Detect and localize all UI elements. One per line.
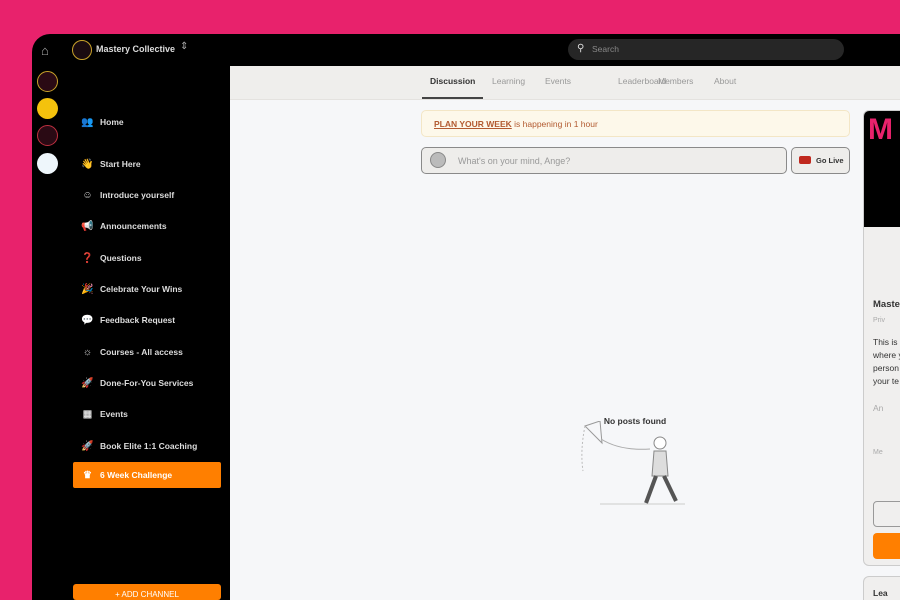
main-content: Discussion Learning Events Leaderboard Membe… — [230, 66, 900, 600]
sidebar-item[interactable]: 🚀 Book Elite 1:1 Coaching — [79, 437, 197, 455]
community-title: Maste — [873, 299, 900, 310]
channel-icon: ♛ — [83, 469, 92, 481]
description-line: person — [873, 363, 899, 373]
event-link[interactable]: PLAN YOUR WEEK — [434, 119, 512, 129]
link-text[interactable]: An — [873, 403, 883, 413]
sidebar-item[interactable]: ☺ Introduce yourself — [79, 186, 174, 204]
community-avatar[interactable] — [37, 71, 58, 92]
sidebar-item-label: Done-For-You Services — [100, 378, 194, 388]
search-icon: ⚲ — [577, 43, 585, 54]
sidebar-item-label: Introduce yourself — [100, 190, 175, 200]
search-input[interactable]: ⚲ Search — [568, 39, 844, 60]
leaderboard-card: Lea — [863, 576, 900, 600]
community-avatar[interactable] — [37, 153, 58, 174]
channel-icon: 🚀 — [81, 377, 94, 389]
community-info-card: M Maste Priv This is where y person your… — [863, 110, 900, 566]
sidebar-item[interactable]: 👥 Home — [79, 113, 124, 131]
sidebar-item-label: Courses - All access — [100, 347, 183, 357]
post-composer[interactable]: What's on your mind, Ange? — [421, 147, 787, 174]
add-channel-button[interactable]: + ADD CHANNEL — [73, 584, 221, 600]
channel-icon: 💬 — [81, 314, 94, 326]
sidebar-item-label: 6 Week Challenge — [100, 470, 173, 480]
event-banner[interactable]: PLAN YOUR WEEK is happening in 1 hour — [421, 110, 850, 137]
community-banner: M — [864, 111, 900, 227]
go-live-button[interactable]: Go Live — [791, 147, 850, 174]
description-line: This is — [873, 337, 898, 347]
tab-learning[interactable]: Learning — [492, 76, 525, 86]
top-bar: ⌂ Mastery Collective ⇕ ⚲ Search — [32, 34, 900, 66]
sidebar-item[interactable]: ♛ 6 Week Challenge — [73, 462, 221, 488]
sidebar-item-label: Questions — [100, 253, 142, 263]
channel-icon: ▦ — [82, 408, 93, 420]
members-label: Me — [873, 449, 883, 456]
channel-icon: ❓ — [81, 252, 94, 264]
sidebar-item[interactable]: ☼ Courses - All access — [79, 343, 183, 361]
sidebar-item-label: Events — [100, 409, 128, 419]
sidebar-item[interactable]: ▦ Events — [79, 405, 128, 423]
channel-icon: ☺ — [82, 189, 93, 201]
sidebar-item-label: Book Elite 1:1 Coaching — [100, 441, 198, 451]
app-window: ⌂ Mastery Collective ⇕ ⚲ Search 👥 Home 👋 Sta… — [32, 34, 900, 600]
community-avatar[interactable] — [37, 125, 58, 146]
sidebar-item-label: Start Here — [100, 159, 141, 169]
video-camera-icon — [799, 156, 811, 164]
tab-members[interactable]: Members — [658, 76, 693, 86]
community-name[interactable]: Mastery Collective — [96, 44, 175, 54]
home-icon[interactable]: ⌂ — [41, 43, 49, 58]
kite-illustration — [581, 421, 685, 505]
tab-events[interactable]: Events — [545, 76, 571, 86]
sidebar: 👥 Home 👋 Start Here ☺ Introduce yourself 📢 Anno… — [65, 66, 230, 600]
composer-placeholder: What's on your mind, Ange? — [458, 156, 571, 166]
channel-icon: 📢 — [81, 220, 94, 232]
user-avatar — [430, 152, 446, 168]
sidebar-item-label: Celebrate Your Wins — [100, 284, 183, 294]
description-line: your te — [873, 376, 899, 386]
channel-icon: 🎉 — [81, 283, 94, 295]
invite-button[interactable] — [873, 501, 900, 527]
tab-about[interactable]: About — [714, 76, 736, 86]
sidebar-item-label: Announcements — [100, 221, 167, 231]
privacy-label: Priv — [873, 317, 886, 324]
sidebar-item-label: Home — [100, 117, 124, 127]
community-logo[interactable] — [72, 40, 92, 60]
tab-discussion[interactable]: Discussion — [421, 76, 484, 99]
switch-community-icon[interactable]: ⇕ — [180, 41, 188, 52]
sidebar-item[interactable]: 🎉 Celebrate Your Wins — [79, 280, 182, 298]
join-button[interactable] — [873, 533, 900, 559]
search-placeholder: Search — [592, 44, 619, 54]
community-avatar[interactable] — [37, 98, 58, 119]
channel-icon: 🚀 — [81, 440, 94, 452]
go-live-label: Go Live — [816, 156, 844, 165]
sidebar-item[interactable]: 💬 Feedback Request — [79, 311, 175, 329]
sidebar-item[interactable]: 👋 Start Here — [79, 155, 141, 173]
empty-state-text: No posts found — [603, 416, 667, 426]
channel-icon: ☼ — [82, 346, 93, 358]
banner-text: is happening in 1 hour — [511, 119, 598, 129]
channel-icon: 👋 — [81, 158, 94, 170]
tab-bar: Discussion Learning Events Leaderboard Membe… — [230, 66, 900, 100]
sidebar-item-label: Feedback Request — [100, 315, 176, 325]
description-line: where y — [873, 350, 900, 360]
sidebar-item[interactable]: 🚀 Done-For-You Services — [79, 374, 193, 392]
channel-icon: 👥 — [81, 116, 94, 128]
sidebar-item[interactable]: ❓ Questions — [79, 249, 142, 267]
sidebar-item[interactable]: 📢 Announcements — [79, 217, 167, 235]
